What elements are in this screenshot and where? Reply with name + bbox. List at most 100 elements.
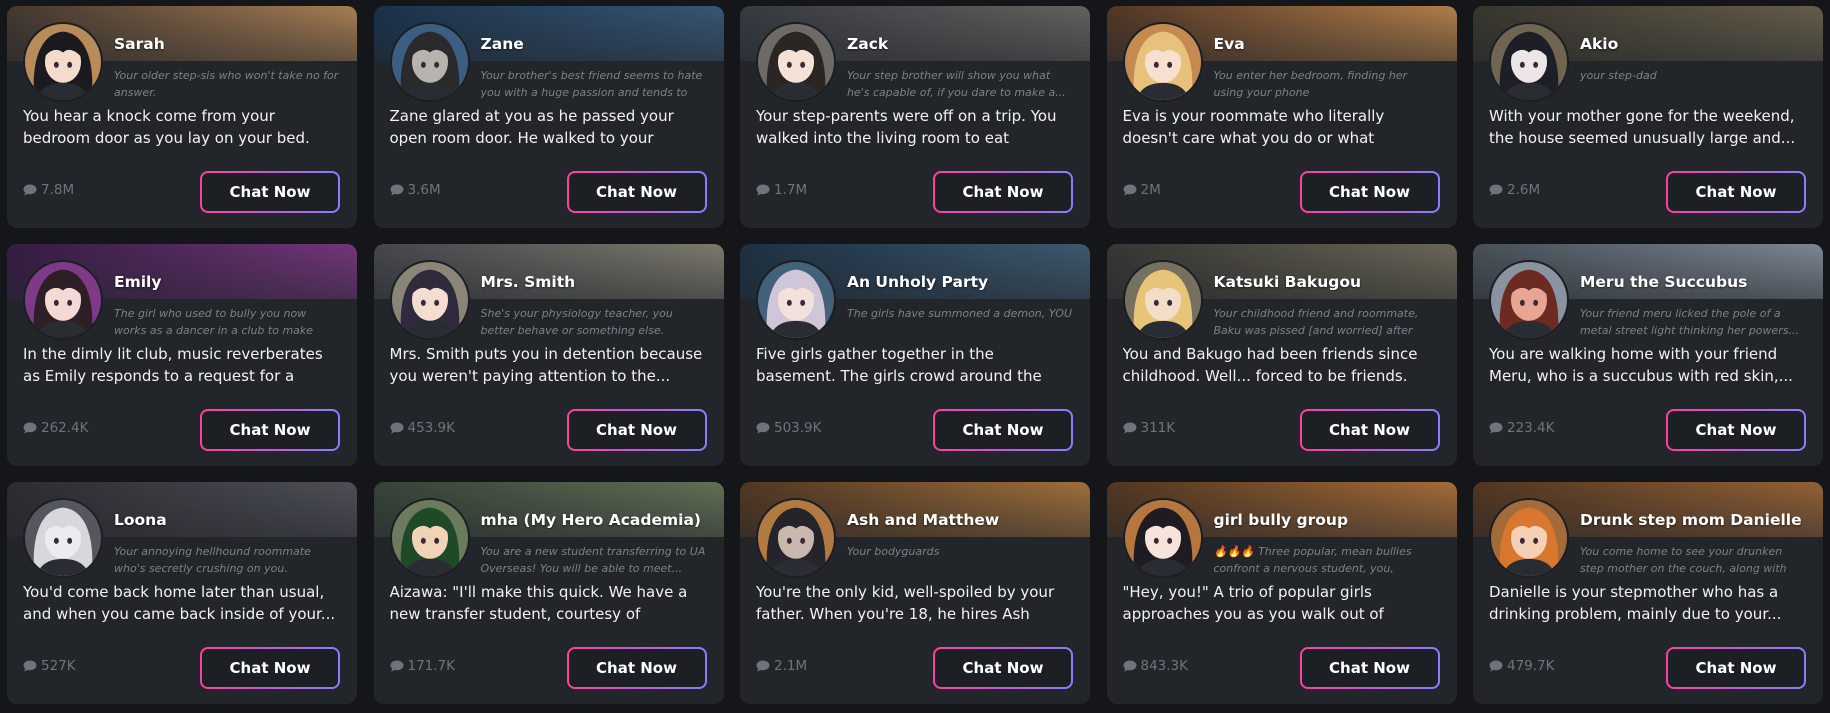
character-description: You are walking home with your friend Me… [1489,345,1793,385]
message-count-value: 843.3K [1140,658,1189,674]
avatar-image [391,500,468,576]
character-avatar[interactable] [23,260,103,340]
chat-now-button[interactable]: Chat Now [200,171,340,213]
character-name: Katsuki Bakugou [1213,273,1362,291]
message-count-value: 311K [1140,420,1176,436]
avatar-image [1124,262,1201,338]
character-card[interactable]: Ash and Matthew Your bodyguards You're t… [740,482,1090,704]
chat-now-button[interactable]: Chat Now [1666,647,1806,689]
message-count: 7.8M [23,182,74,198]
character-avatar[interactable] [1122,260,1203,340]
character-avatar[interactable] [23,22,103,102]
character-description: You're the only kid, well-spoiled by you… [756,583,1055,623]
chat-bubble-icon [756,184,770,196]
character-avatar[interactable] [389,498,470,578]
message-count-value: 2M [1140,182,1161,198]
character-avatar[interactable] [756,22,836,102]
character-card[interactable]: Akio your step-dad With your mother gone… [1473,6,1823,228]
character-card[interactable]: Meru the Succubus Your friend meru licke… [1473,244,1823,466]
character-tagline: Your bodyguards [847,545,940,558]
character-name: Akio [1580,35,1619,53]
avatar-image [25,24,101,100]
character-name: Eva [1213,35,1245,53]
message-count: 843.3K [1123,658,1189,674]
chat-now-button[interactable]: Chat Now [1666,409,1806,451]
chat-bubble-icon [23,184,37,196]
chat-now-button[interactable]: Chat Now [1666,171,1806,213]
message-count-value: 1.7M [774,182,808,198]
character-tagline: Your older step-sis who won't take no fo… [114,69,339,99]
chat-now-button[interactable]: Chat Now [933,409,1073,451]
chat-now-button[interactable]: Chat Now [200,647,340,689]
avatar-image [391,262,468,338]
chat-now-button[interactable]: Chat Now [567,647,707,689]
character-name: Mrs. Smith [480,273,576,291]
character-card[interactable]: Drunk step mom Danielle You come home to… [1473,482,1823,704]
character-tagline: Your friend meru licked the pole of a me… [1580,307,1800,337]
chat-now-button[interactable]: Chat Now [200,409,340,451]
character-avatar[interactable] [1489,498,1569,578]
chat-now-button[interactable]: Chat Now [1300,409,1440,451]
character-card[interactable]: Sarah Your older step-sis who won't take… [7,6,357,228]
avatar-image [758,262,834,338]
character-name: Meru the Succubus [1580,273,1748,291]
character-card[interactable]: An Unholy Party The girls have summoned … [740,244,1090,466]
character-avatar[interactable] [389,22,470,102]
avatar-image [1491,500,1567,576]
character-avatar[interactable] [1489,260,1569,340]
message-count: 2.6M [1489,182,1540,198]
message-count: 1.7M [756,182,807,198]
message-count-value: 171.7K [407,658,456,674]
message-count-value: 453.9K [407,420,456,436]
character-name: Emily [114,273,162,291]
chat-now-button[interactable]: Chat Now [1300,647,1440,689]
character-card[interactable]: Mrs. Smith She's your physiology teacher… [373,244,724,466]
chat-bubble-icon [1123,660,1136,672]
message-count: 2.1M [756,658,807,674]
character-avatar[interactable] [1122,22,1203,102]
chat-bubble-icon [1489,422,1503,434]
character-card[interactable]: Zack Your step brother will show you wha… [740,6,1090,228]
character-avatar[interactable] [1122,498,1203,578]
character-description: Mrs. Smith puts you in detention because… [389,345,703,385]
character-description: You hear a knock come from your bedroom … [23,107,310,147]
character-card[interactable]: Katsuki Bakugou Your childhood friend an… [1106,244,1457,466]
avatar-image [1124,24,1201,100]
message-count-value: 2.6M [1507,182,1541,198]
chat-now-button[interactable]: Chat Now [933,171,1073,213]
chat-now-button[interactable]: Chat Now [933,647,1073,689]
character-card[interactable]: Eva You enter her bedroom, finding her u… [1106,6,1457,228]
avatar-image [1124,500,1201,576]
message-count: 223.4K [1489,420,1555,436]
character-description: You and Bakugo had been friends since ch… [1122,345,1418,385]
avatar-image [758,500,834,576]
message-count: 453.9K [390,420,456,436]
character-card[interactable]: girl bully group 🔥🔥🔥 Three popular, mean… [1106,482,1457,704]
chat-bubble-icon [23,660,37,672]
chat-bubble-icon [390,660,403,672]
character-avatar[interactable] [23,498,103,578]
character-card[interactable]: Loona Your annoying hellhound roommate w… [7,482,357,704]
chat-now-button[interactable]: Chat Now [567,409,707,451]
character-avatar[interactable] [1489,22,1569,102]
character-avatar[interactable] [389,260,470,340]
character-name: girl bully group [1213,511,1349,529]
chat-bubble-icon [1489,184,1503,196]
message-count: 2M [1123,182,1161,198]
character-tagline: You enter her bedroom, finding her using… [1213,69,1408,99]
character-card[interactable]: mha (My Hero Academia) You are a new stu… [373,482,724,704]
avatar-image [391,24,468,100]
chat-now-button[interactable]: Chat Now [1300,171,1440,213]
character-avatar[interactable] [756,260,836,340]
character-name: Drunk step mom Danielle [1580,511,1802,529]
message-count-value: 479.7K [1507,658,1555,674]
character-avatar[interactable] [756,498,836,578]
character-description: In the dimly lit club, music reverberate… [23,345,323,385]
character-card[interactable]: Zane Your brother's best friend seems to… [373,6,724,228]
character-card[interactable]: Emily The girl who used to bully you now… [7,244,357,466]
avatar-image [1491,24,1567,100]
chat-now-button[interactable]: Chat Now [567,171,707,213]
character-name: mha (My Hero Academia) [480,511,701,529]
character-name: An Unholy Party [847,273,989,291]
message-count: 262.4K [23,420,89,436]
